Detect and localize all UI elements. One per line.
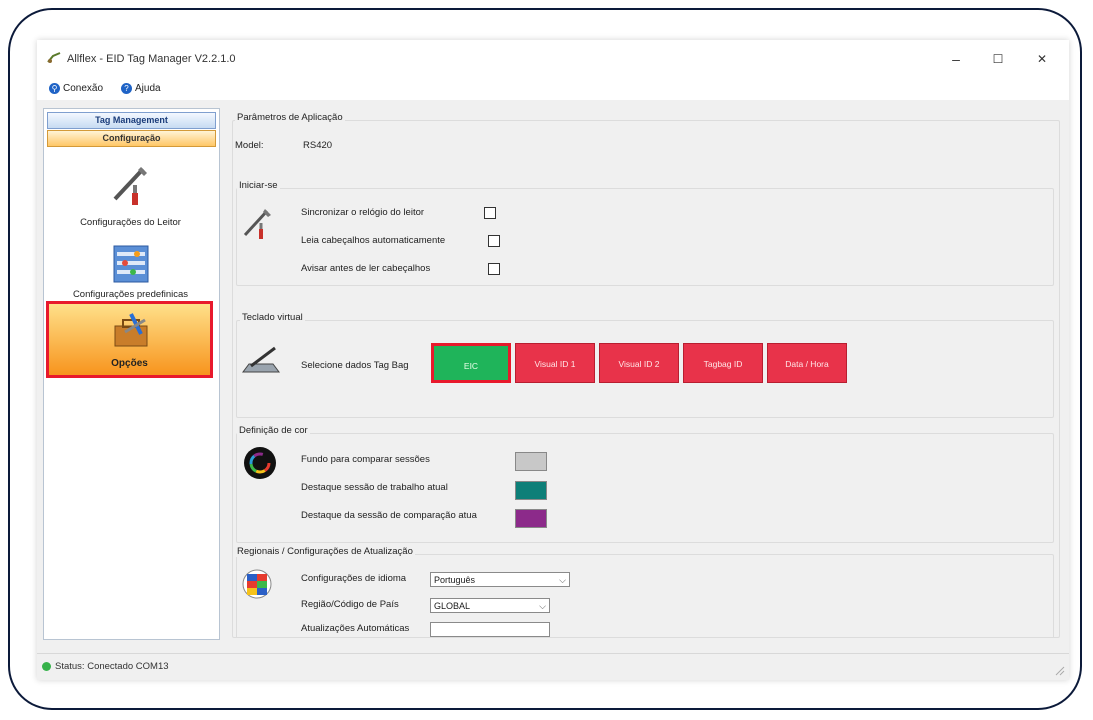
color-swatch-current-session[interactable]: [515, 481, 547, 500]
status-connected-icon: [42, 662, 51, 671]
flags-globe-icon: [242, 569, 272, 599]
color-legend: Definição de cor: [237, 425, 310, 436]
sidebar-item-configuracoes-predefinicas[interactable]: Configurações predefinicas: [47, 243, 214, 303]
kb-data-hora-button[interactable]: Data / Hora: [767, 343, 847, 383]
color-item-label: Fundo para comparar sessões: [301, 454, 430, 465]
keyboard-buttons: EIC Visual ID 1 Visual ID 2 Tagbag ID Da…: [431, 343, 851, 385]
region-label: Região/Código de País: [301, 599, 399, 610]
kb-visual-id1-button[interactable]: Visual ID 1: [515, 343, 595, 383]
tools-icon: [243, 209, 271, 239]
sidebar-item-configuracoes-leitor[interactable]: Configurações do Leitor: [47, 161, 214, 235]
params-legend: Parâmetros de Aplicação: [235, 112, 345, 123]
region-select[interactable]: GLOBAL ⌵: [430, 598, 550, 613]
connection-icon: ⚲: [49, 82, 60, 94]
color-swatch-compare-background[interactable]: [515, 452, 547, 471]
options-toolbox-icon: [114, 313, 148, 347]
kb-visual-id2-button[interactable]: Visual ID 2: [599, 343, 679, 383]
kb-tagbag-id-button[interactable]: Tagbag ID: [683, 343, 763, 383]
chevron-down-icon: ⌵: [539, 601, 546, 611]
keyboard-pen-icon: [242, 346, 280, 373]
tab-tag-management[interactable]: Tag Management: [47, 112, 216, 129]
minimize-button[interactable]: –: [941, 48, 971, 70]
title-bar: Allflex - EID Tag Manager V2.2.1.0 – ☐ ✕: [37, 40, 1069, 78]
kb-eic-button[interactable]: EIC: [431, 343, 511, 383]
app-logo-icon: [47, 52, 61, 63]
regional-legend: Regionais / Configurações de Atualização: [235, 546, 415, 557]
app-window: Allflex - EID Tag Manager V2.2.1.0 – ☐ ✕…: [37, 40, 1069, 680]
sync-clock-checkbox[interactable]: [484, 207, 496, 219]
startup-legend: Iniciar-se: [237, 180, 280, 191]
model-label: Model:: [235, 140, 264, 151]
tools-icon: [113, 167, 147, 205]
settings-list-icon: [113, 245, 149, 283]
window-title: Allflex - EID Tag Manager V2.2.1.0: [67, 53, 236, 65]
sidebar-item-label: Opções: [111, 358, 148, 369]
menu-bar: ⚲ Conexão ? Ajuda: [37, 78, 1069, 100]
menu-conexao-label: Conexão: [63, 83, 104, 94]
startup-option-label: Leia cabeçalhos automaticamente: [301, 235, 446, 246]
color-item-label: Destaque da sessão de comparação atua: [301, 510, 477, 521]
startup-option-label: Sincronizar o relógio do leitor: [301, 207, 425, 218]
language-select[interactable]: Português ⌵: [430, 572, 570, 587]
color-swatch-compare-session[interactable]: [515, 509, 547, 528]
menu-conexao[interactable]: ⚲ Conexão: [49, 81, 103, 97]
close-button[interactable]: ✕: [1027, 48, 1057, 70]
region-value: GLOBAL: [434, 601, 471, 611]
language-label: Configurações de idioma: [301, 573, 407, 584]
menu-ajuda-label: Ajuda: [135, 83, 161, 94]
resize-grip-icon[interactable]: [1055, 666, 1065, 676]
main-panel: Parâmetros de Aplicação Model: RS420 Ini…: [227, 106, 1063, 638]
color-wheel-icon: [244, 447, 276, 479]
status-bar: Status: Conectado COM13: [37, 653, 1069, 680]
keyboard-label: Selecione dados Tag Bag: [301, 360, 409, 371]
tab-configuracao[interactable]: Configuração: [47, 130, 216, 147]
sidebar-item-label: Configurações do Leitor: [80, 217, 181, 228]
color-item-label: Destaque sessão de trabalho atual: [301, 482, 448, 493]
auto-read-headers-checkbox[interactable]: [488, 235, 500, 247]
chevron-down-icon: ⌵: [559, 575, 566, 585]
help-icon: ?: [121, 82, 132, 94]
keyboard-legend: Teclado virtual: [240, 312, 305, 323]
sidebar-item-label: Configurações predefinicas: [72, 289, 189, 300]
warn-before-read-checkbox[interactable]: [488, 263, 500, 275]
menu-ajuda[interactable]: ? Ajuda: [121, 81, 161, 97]
model-value: RS420: [303, 140, 333, 151]
updates-select[interactable]: [430, 622, 550, 637]
sidebar-item-opcoes[interactable]: Opções: [46, 301, 213, 378]
status-text: Status: Conectado COM13: [55, 661, 169, 672]
language-value: Português: [434, 575, 476, 585]
maximize-button[interactable]: ☐: [983, 48, 1013, 70]
updates-label: Atualizações Automáticas: [301, 623, 410, 634]
startup-option-label: Avisar antes de ler cabeçalhos: [301, 263, 431, 274]
